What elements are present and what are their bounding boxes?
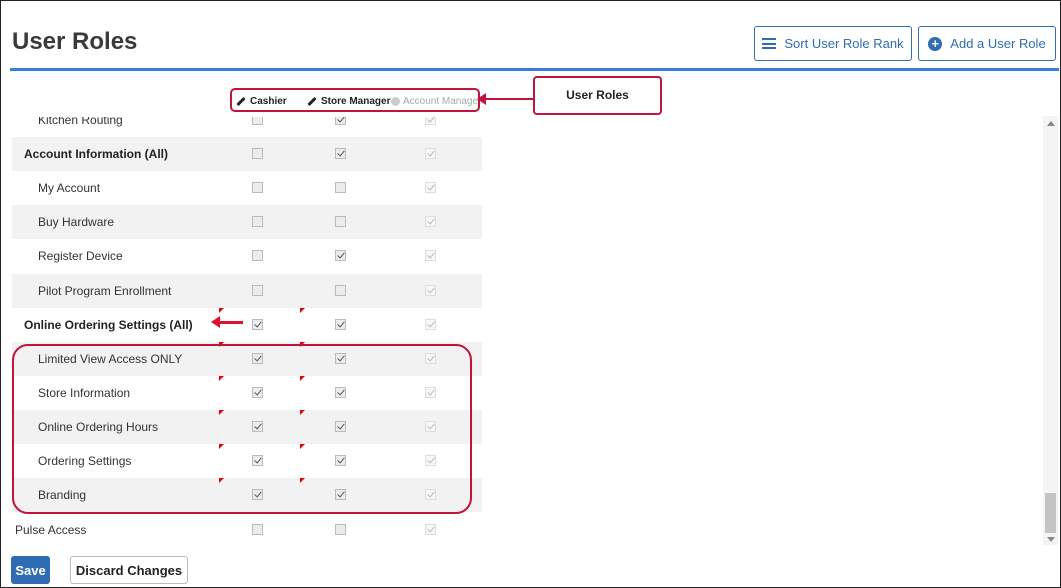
sort-user-role-rank-button[interactable]: Sort User Role Rank [754, 26, 912, 61]
table-row: Pilot Program Enrollment [12, 273, 482, 308]
annotation-callout-label: User Roles [566, 88, 629, 102]
checkbox-account-manager [425, 284, 436, 296]
table-row: My Account [12, 171, 482, 205]
checkbox-store-manager[interactable] [335, 284, 346, 296]
checkbox-store-manager[interactable] [335, 148, 346, 160]
checkbox-account-manager [425, 182, 436, 194]
checkbox-account-manager [425, 117, 436, 125]
changed-flag-icon [219, 307, 224, 313]
checkbox-store-manager[interactable] [335, 524, 346, 535]
checkbox-cashier[interactable] [252, 524, 263, 535]
row-label: Online Ordering Settings (All) [24, 317, 193, 332]
checkbox-account-manager [425, 524, 436, 535]
annotation-arrow-online-ordering [211, 316, 243, 328]
checkbox-cashier[interactable] [252, 182, 263, 194]
checkbox-account-manager [425, 250, 436, 262]
table-row: Online Ordering Settings (All) [12, 307, 482, 342]
discard-changes-button[interactable]: Discard Changes [70, 556, 188, 584]
list-icon [762, 38, 777, 49]
scroll-up-icon[interactable] [1047, 121, 1055, 126]
header-divider [10, 68, 1059, 71]
annotation-highlight-roles [230, 88, 480, 112]
row-label-pulse-access: Pulse Access [15, 523, 87, 537]
checkbox-account-manager [425, 216, 436, 228]
row-label: Account Information (All) [24, 147, 168, 162]
checkbox-cashier[interactable] [252, 117, 263, 125]
row-label: Register Device [38, 249, 123, 264]
checkbox-cashier[interactable] [252, 318, 263, 330]
checkbox-cashier[interactable] [252, 250, 263, 262]
sort-button-label: Sort User Role Rank [784, 36, 904, 51]
add-button-label: Add a User Role [950, 36, 1046, 51]
checkbox-store-manager[interactable] [335, 216, 346, 228]
page-title: User Roles [12, 28, 138, 55]
checkbox-cashier[interactable] [252, 284, 263, 296]
annotation-arrow [477, 93, 535, 105]
row-label: Pilot Program Enrollment [38, 283, 172, 298]
checkbox-account-manager [425, 148, 436, 160]
checkbox-cashier[interactable] [252, 148, 263, 160]
row-label: Buy Hardware [38, 215, 115, 230]
table-row: Buy Hardware [12, 205, 482, 240]
checkbox-account-manager [425, 318, 436, 330]
table-row: Kitchen Routing [12, 117, 482, 137]
table-row: Account Information (All) [12, 137, 482, 172]
checkbox-cashier[interactable] [252, 216, 263, 228]
annotation-highlight-online-ordering [12, 344, 472, 514]
vertical-scrollbar[interactable] [1043, 116, 1058, 545]
scroll-down-icon[interactable] [1047, 537, 1055, 542]
table-row: Register Device [12, 239, 482, 273]
row-label: My Account [38, 181, 101, 196]
checkbox-store-manager[interactable] [335, 250, 346, 262]
add-user-role-button[interactable]: + Add a User Role [918, 26, 1056, 61]
checkbox-store-manager[interactable] [335, 318, 346, 330]
row-label: Kitchen Routing [38, 117, 123, 127]
checkbox-store-manager[interactable] [335, 182, 346, 194]
annotation-callout: User Roles [533, 76, 662, 115]
plus-circle-icon: + [928, 36, 943, 51]
scroll-thumb[interactable] [1045, 493, 1056, 533]
changed-flag-icon [300, 307, 305, 313]
checkbox-store-manager[interactable] [335, 117, 346, 125]
save-button[interactable]: Save [11, 556, 50, 584]
